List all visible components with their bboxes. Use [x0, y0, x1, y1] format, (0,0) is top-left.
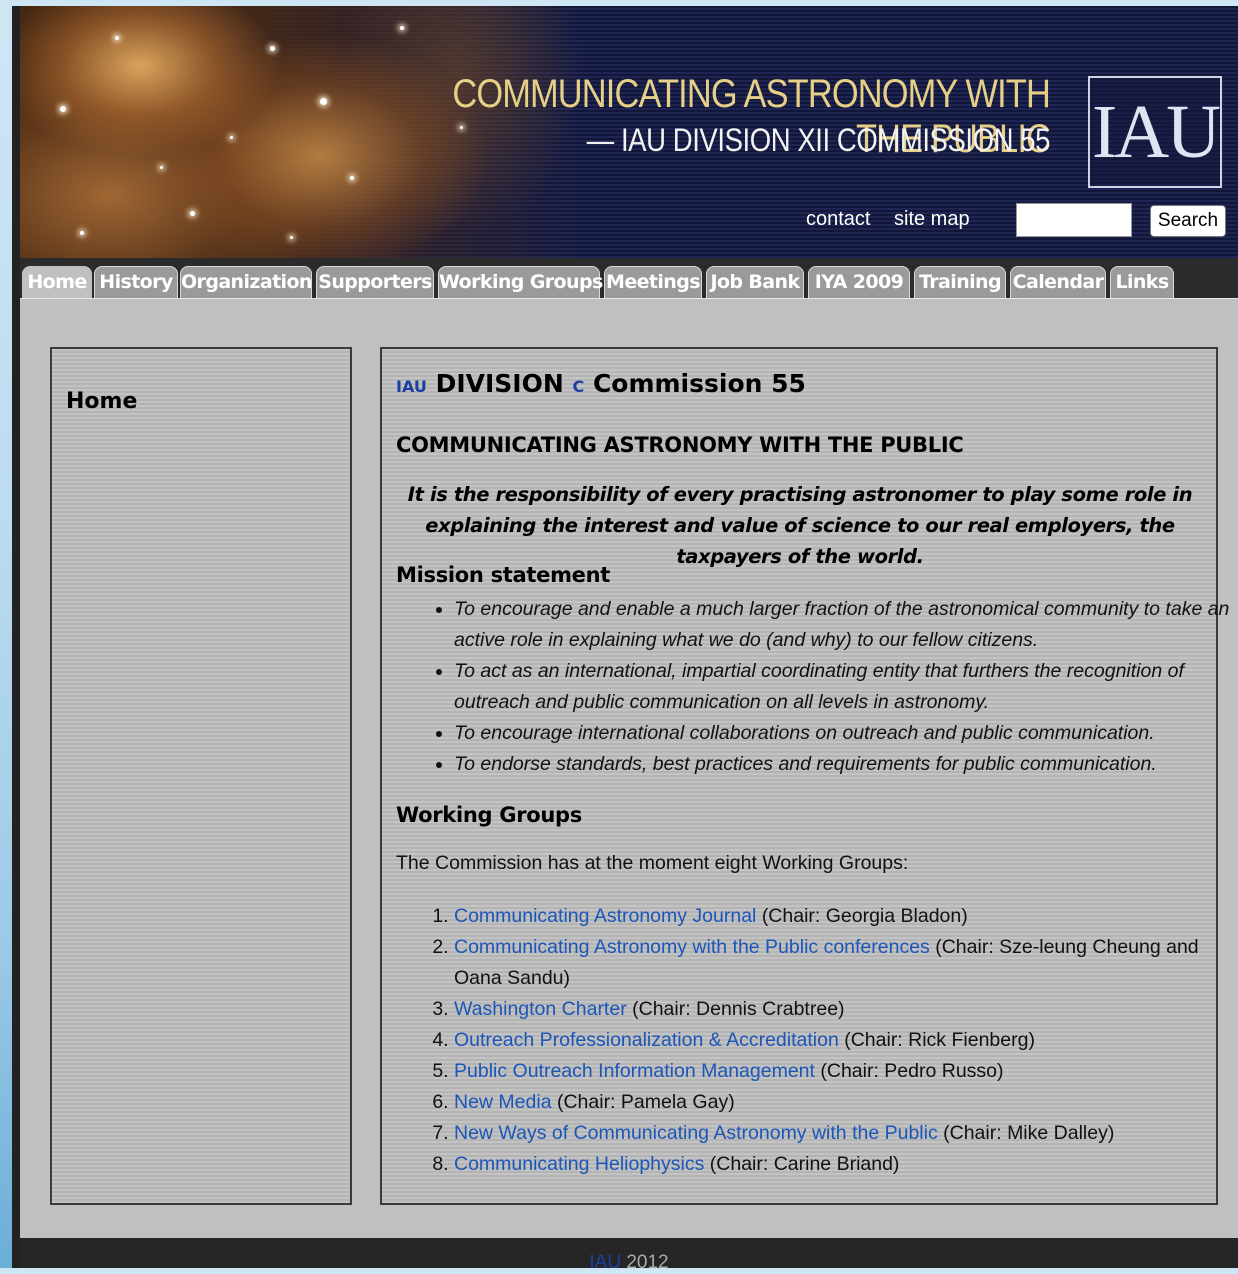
- quote-text: It is the responsibility of every practi…: [407, 483, 1193, 568]
- heading-c: C: [572, 377, 585, 396]
- wg-link[interactable]: Communicating Astronomy with the Public …: [454, 936, 930, 958]
- page-subtitle: COMMUNICATING ASTRONOMY WITH THE PUBLIC: [396, 433, 964, 457]
- search-input[interactable]: [1016, 203, 1132, 237]
- sidebar-panel: Home: [50, 347, 352, 1205]
- mission-item: To encourage and enable a much larger fr…: [454, 594, 1234, 656]
- site-header: COMMUNICATING ASTRONOMY WITH THE PUBLIC …: [20, 6, 1238, 258]
- list-item: Communicating Heliophysics (Chair: Carin…: [454, 1149, 1234, 1180]
- heading-iau: IAU: [396, 377, 427, 396]
- list-item: Communicating Astronomy Journal (Chair: …: [454, 901, 1234, 932]
- list-item: New Media (Chair: Pamela Gay): [454, 1087, 1234, 1118]
- mission-item: To act as an international, impartial co…: [454, 656, 1234, 718]
- tab-training[interactable]: Training: [914, 266, 1006, 298]
- list-item: Outreach Professionalization & Accredita…: [454, 1025, 1234, 1056]
- mission-item: To encourage international collaboration…: [454, 718, 1234, 749]
- tab-links[interactable]: Links: [1110, 266, 1174, 298]
- tab-supporters[interactable]: Supporters: [316, 266, 434, 298]
- heading-commission: Commission 55: [592, 369, 806, 398]
- wg-chair: (Chair: Carine Briand): [709, 1153, 900, 1175]
- list-item: Washington Charter (Chair: Dennis Crabtr…: [454, 994, 1234, 1025]
- working-groups-heading: Working Groups: [396, 803, 582, 827]
- working-groups-list: Communicating Astronomy Journal (Chair: …: [420, 901, 1234, 1180]
- tab-meetings[interactable]: Meetings: [604, 266, 702, 298]
- content-area: Home IAU DIVISION C Commission 55 COMMUN…: [20, 298, 1238, 1239]
- tab-calendar[interactable]: Calendar: [1010, 266, 1106, 298]
- site-map-link[interactable]: site map: [894, 208, 970, 231]
- list-item: New Ways of Communicating Astronomy with…: [454, 1118, 1234, 1149]
- wg-link[interactable]: Washington Charter: [454, 998, 627, 1020]
- wg-chair: (Chair: Pamela Gay): [556, 1091, 735, 1113]
- list-item: Public Outreach Information Management (…: [454, 1056, 1234, 1087]
- footer: IAU 2012: [20, 1238, 1238, 1273]
- sidebar-title: Home: [66, 389, 138, 414]
- wg-chair: (Chair: Pedro Russo): [820, 1060, 1004, 1082]
- main-panel: IAU DIVISION C Commission 55 COMMUNICATI…: [380, 347, 1229, 1205]
- footer-text: IAU 2012: [20, 1252, 1238, 1274]
- site-subtitle: — IAU DIVISION XII COMMISSION 55: [586, 122, 1051, 158]
- wg-chair: (Chair: Georgia Bladon): [761, 905, 968, 927]
- mission-list: To encourage and enable a much larger fr…: [420, 594, 1234, 780]
- wg-link[interactable]: Outreach Professionalization & Accredita…: [454, 1029, 839, 1051]
- wg-link[interactable]: Communicating Astronomy Journal: [454, 905, 756, 927]
- contact-link[interactable]: contact: [806, 208, 870, 231]
- heading-division: DIVISION: [435, 369, 564, 398]
- tab-working-groups[interactable]: Working Groups: [438, 266, 603, 298]
- footer-year: 2012: [626, 1252, 669, 1273]
- working-groups-intro: The Commission has at the moment eight W…: [396, 852, 909, 874]
- wg-chair: (Chair: Rick Fienberg): [844, 1029, 1035, 1051]
- search-button[interactable]: Search: [1150, 205, 1226, 237]
- wg-chair: (Chair: Dennis Crabtree): [632, 998, 845, 1020]
- wg-link[interactable]: New Media: [454, 1091, 552, 1113]
- wg-link[interactable]: Public Outreach Information Management: [454, 1060, 815, 1082]
- tab-job-bank[interactable]: Job Bank: [706, 266, 804, 298]
- tab-history[interactable]: History: [94, 266, 178, 298]
- tab-home[interactable]: Home: [22, 266, 92, 302]
- tab-iya-2009[interactable]: IYA 2009: [808, 266, 910, 298]
- tab-organization[interactable]: Organization: [180, 266, 312, 298]
- page-title: IAU DIVISION C Commission 55: [396, 369, 806, 398]
- iau-logo[interactable]: IAU: [1088, 76, 1222, 188]
- mission-heading: Mission statement: [396, 563, 610, 587]
- page: COMMUNICATING ASTRONOMY WITH THE PUBLIC …: [12, 6, 1238, 1273]
- wg-link[interactable]: Communicating Heliophysics: [454, 1153, 704, 1175]
- list-item: Communicating Astronomy with the Public …: [454, 932, 1234, 994]
- nav-tabs: Home History Organization Supporters Wor…: [20, 258, 1238, 302]
- wg-link[interactable]: New Ways of Communicating Astronomy with…: [454, 1122, 938, 1144]
- mission-item: To endorse standards, best practices and…: [454, 749, 1234, 780]
- footer-iau: IAU: [589, 1252, 622, 1273]
- wg-chair: (Chair: Mike Dalley): [943, 1122, 1115, 1144]
